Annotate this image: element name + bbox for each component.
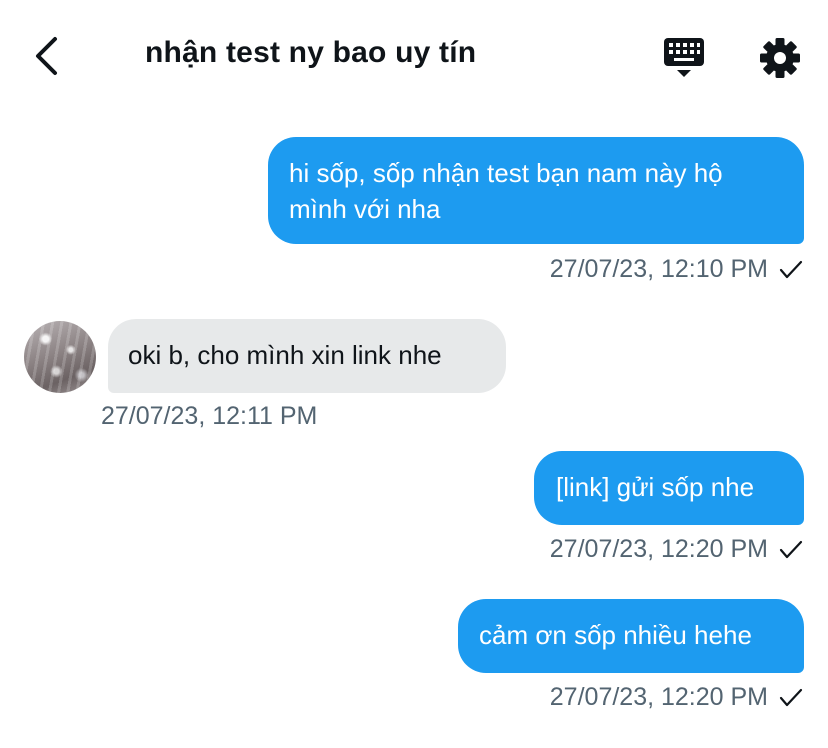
message-text: [link] gửi sốp nhe — [556, 472, 755, 502]
chevron-left-icon — [36, 37, 57, 75]
conversation-header: nhận test ny bao uy tín — [0, 0, 828, 112]
message-timestamp: 27/07/23, 12:10 PM — [549, 255, 768, 283]
message-text: oki b, cho mình xin link nhe — [128, 340, 442, 370]
message-timestamp: 27/07/23, 12:20 PM — [549, 535, 768, 563]
message-text-line: mình với nha — [289, 194, 441, 224]
settings-button[interactable] — [758, 36, 802, 80]
incoming-message-bubble[interactable]: oki b, cho mình xin link nhe — [108, 319, 506, 393]
conversation-title: nhận test ny bao uy tín — [145, 36, 477, 69]
gear-icon — [760, 38, 800, 78]
outgoing-message-bubble[interactable]: cảm ơn sốp nhiều hehe — [458, 599, 804, 673]
message-timestamp: 27/07/23, 12:20 PM — [549, 683, 768, 711]
outgoing-message-bubble[interactable]: [link] gửi sốp nhe — [534, 451, 804, 525]
message-timestamp: 27/07/23, 12:11 PM — [101, 402, 318, 430]
outgoing-message-bubble[interactable]: hi sốp, sốp nhận test bạn nam này hộ mìn… — [268, 137, 804, 244]
back-button[interactable] — [28, 34, 64, 78]
message-text: cảm ơn sốp nhiều hehe — [479, 620, 752, 650]
checkmark-icon — [779, 688, 803, 707]
checkmark-icon — [779, 540, 803, 559]
keyboard-icon — [664, 38, 704, 77]
avatar[interactable] — [24, 321, 96, 393]
checkmark-icon — [779, 260, 803, 279]
message-text-line: hi sốp, sốp nhận test bạn nam này hộ — [289, 158, 723, 188]
keyboard-toggle-button[interactable] — [660, 34, 708, 80]
